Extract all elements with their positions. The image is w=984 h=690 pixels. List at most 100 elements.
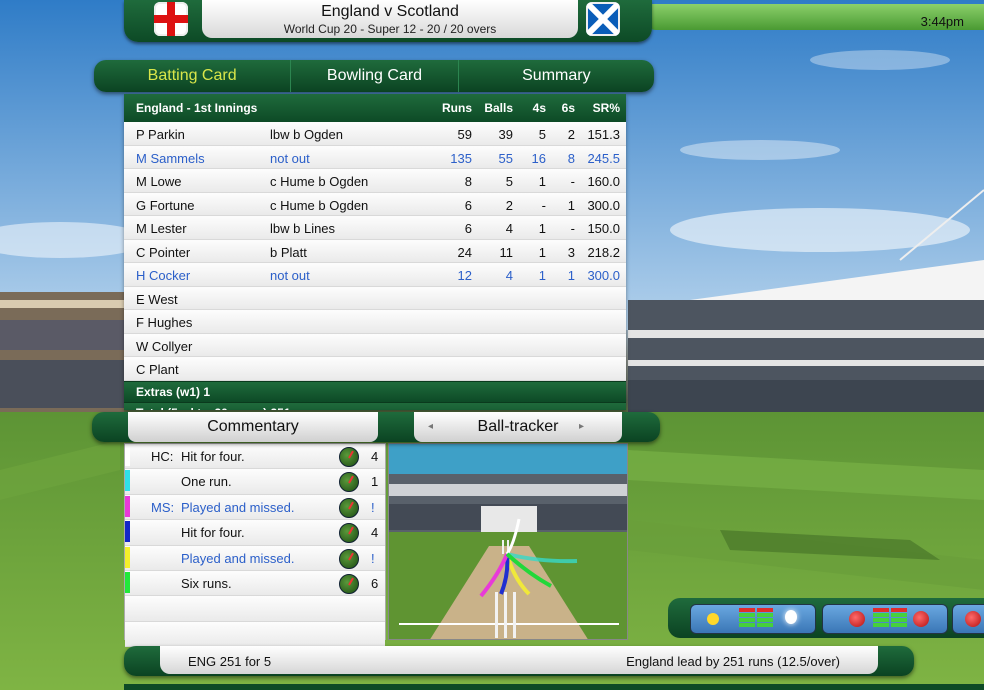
list-item[interactable]: Six runs. 6 [125, 570, 385, 597]
batter-name: W Collyer [136, 338, 193, 354]
batter-name: M Lowe [136, 174, 182, 189]
tab-commentary[interactable]: Commentary [128, 412, 378, 442]
total-row: Total (5 wkts, 20 overs) 251 [124, 401, 626, 410]
prev-arrow-icon[interactable]: ◂ [428, 412, 433, 442]
batter-color-stripe [125, 495, 130, 517]
batter-name: H Cocker [136, 268, 191, 283]
empty-list-item [125, 596, 385, 622]
list-item[interactable]: Hit for four. 4 [125, 520, 385, 546]
table-row[interactable]: W Collyer [124, 333, 626, 357]
strike-rate: 245.5 [587, 150, 620, 166]
dismissal: lbw b Ogden [270, 127, 343, 142]
tab-bowling-card[interactable]: Bowling Card [291, 60, 459, 92]
table-row[interactable]: C Pointer b Platt 24 11 1 3 218.2 [124, 239, 626, 263]
commentary-text: One run. [181, 474, 232, 490]
batter-name: C Plant [136, 362, 179, 377]
ball-outcome: 1 [371, 474, 379, 490]
list-item[interactable]: MS: Played and missed.! [125, 494, 385, 521]
batter-name: G Fortune [136, 197, 195, 213]
table-row[interactable]: M Sammels not out 135 55 16 8 245.5 [124, 145, 626, 169]
table-row[interactable]: E West [124, 286, 626, 310]
spin-ball-icon [913, 611, 929, 627]
batter-color-stripe [125, 546, 130, 568]
dismissal: c Hume b Ogden [270, 197, 369, 213]
commentary-text: Played and missed. [181, 550, 295, 566]
list-item[interactable]: HC: Hit for four. 4 [125, 444, 385, 470]
match-title: England v Scotland [321, 3, 459, 20]
ball-outcome: 6 [371, 575, 379, 591]
shot-direction-icon[interactable] [339, 548, 359, 569]
ball-outcome: 4 [371, 449, 379, 464]
commentary-list: HC: Hit for four. 4 One run. 1 MS: Played and … [124, 443, 386, 648]
innings-title: England - 1st Innings [136, 101, 258, 115]
dismissal: c Hume b Ogden [270, 174, 369, 189]
ball-tracker-selector[interactable]: ◂ Ball-tracker ▸ [414, 412, 622, 442]
ball-meter-icon [873, 608, 889, 630]
commentary-bar: Commentary ◂ Ball-tracker ▸ [92, 412, 660, 442]
ball-tracker-view [388, 443, 628, 640]
sixes: 3 [567, 244, 575, 260]
sixes: - [570, 174, 575, 189]
clock-time: 3:44pm [920, 14, 964, 29]
table-row[interactable]: G Fortune c Hume b Ogden 6 2 - 1 300.0 [124, 192, 626, 216]
shot-direction-icon[interactable] [339, 447, 359, 467]
shot-direction-icon[interactable] [339, 497, 359, 518]
ball-condition-button[interactable] [822, 604, 948, 634]
fours: 1 [538, 244, 546, 260]
sun-icon [707, 613, 719, 625]
runs: 8 [464, 174, 472, 189]
sixes: 1 [567, 268, 575, 283]
dismissal: lbw b Lines [270, 221, 336, 236]
col-sixes: 6s [561, 101, 575, 115]
batter-color-stripe [125, 521, 130, 543]
table-row[interactable]: P Parkin lbw b Ogden 59 39 5 2 151.3 [124, 122, 626, 146]
sixes: 1 [567, 197, 575, 213]
shot-direction-icon[interactable] [339, 573, 359, 594]
batter-name: M Sammels [136, 150, 205, 166]
scotland-flag-icon [586, 2, 620, 36]
batter-name: E West [136, 291, 178, 307]
col-strike-rate: SR% [592, 101, 620, 115]
ball-outcome: 4 [371, 525, 379, 541]
batting-card: England - 1st Innings Runs Balls 4s 6s S… [124, 94, 626, 410]
fours: 16 [531, 150, 546, 166]
fours: - [541, 197, 546, 213]
table-row[interactable]: C Plant [124, 357, 626, 381]
table-row[interactable]: F Hughes [124, 310, 626, 334]
runs: 24 [457, 244, 472, 260]
runs: 59 [457, 127, 472, 142]
next-arrow-icon[interactable]: ▸ [579, 412, 584, 442]
list-item[interactable]: Played and missed.! [125, 545, 385, 571]
weather-control-button[interactable] [690, 604, 816, 634]
game-controls [668, 598, 984, 638]
match-header: 3:44pm England v Scotland World Cup 20 -… [124, 0, 984, 42]
sixes: - [570, 221, 575, 236]
runs: 12 [457, 268, 472, 283]
balls: 2 [505, 197, 513, 213]
col-runs: Runs [442, 101, 472, 115]
table-row[interactable]: H Cocker not out 12 4 1 1 300.0 [124, 263, 626, 287]
balls: 55 [498, 150, 513, 166]
shot-direction-icon[interactable] [339, 472, 359, 493]
current-score: ENG 251 for 5 [188, 654, 272, 669]
fours: 1 [538, 221, 546, 236]
list-item[interactable]: One run. 1 [125, 469, 385, 495]
score-panel: ENG 251 for 5 England lead by 251 runs (… [160, 646, 878, 674]
table-row[interactable]: M Lester lbw b Lines 6 4 1 -150.0 [124, 216, 626, 240]
batter-color-stripe [125, 445, 130, 466]
table-row[interactable]: M Lowe c Hume b Ogden 8 5 1 -160.0 [124, 169, 626, 193]
shot-direction-icon[interactable] [339, 523, 359, 544]
commentary-text: Six runs. [181, 575, 232, 591]
strike-rate: 218.2 [587, 244, 620, 260]
batting-card-header: England - 1st Innings Runs Balls 4s 6s S… [124, 94, 626, 122]
col-fours: 4s [532, 101, 546, 115]
batter-initials: MS: [151, 499, 175, 515]
light-bulb-icon [785, 610, 797, 624]
commentary-text: Hit for four. [181, 449, 245, 464]
tab-summary[interactable]: Summary [459, 60, 654, 92]
batter-color-stripe [125, 470, 130, 492]
runs: 6 [464, 221, 472, 236]
batter-name: M Lester [136, 221, 187, 236]
extra-control-button[interactable] [952, 604, 984, 634]
tab-batting-card[interactable]: Batting Card [94, 60, 292, 92]
